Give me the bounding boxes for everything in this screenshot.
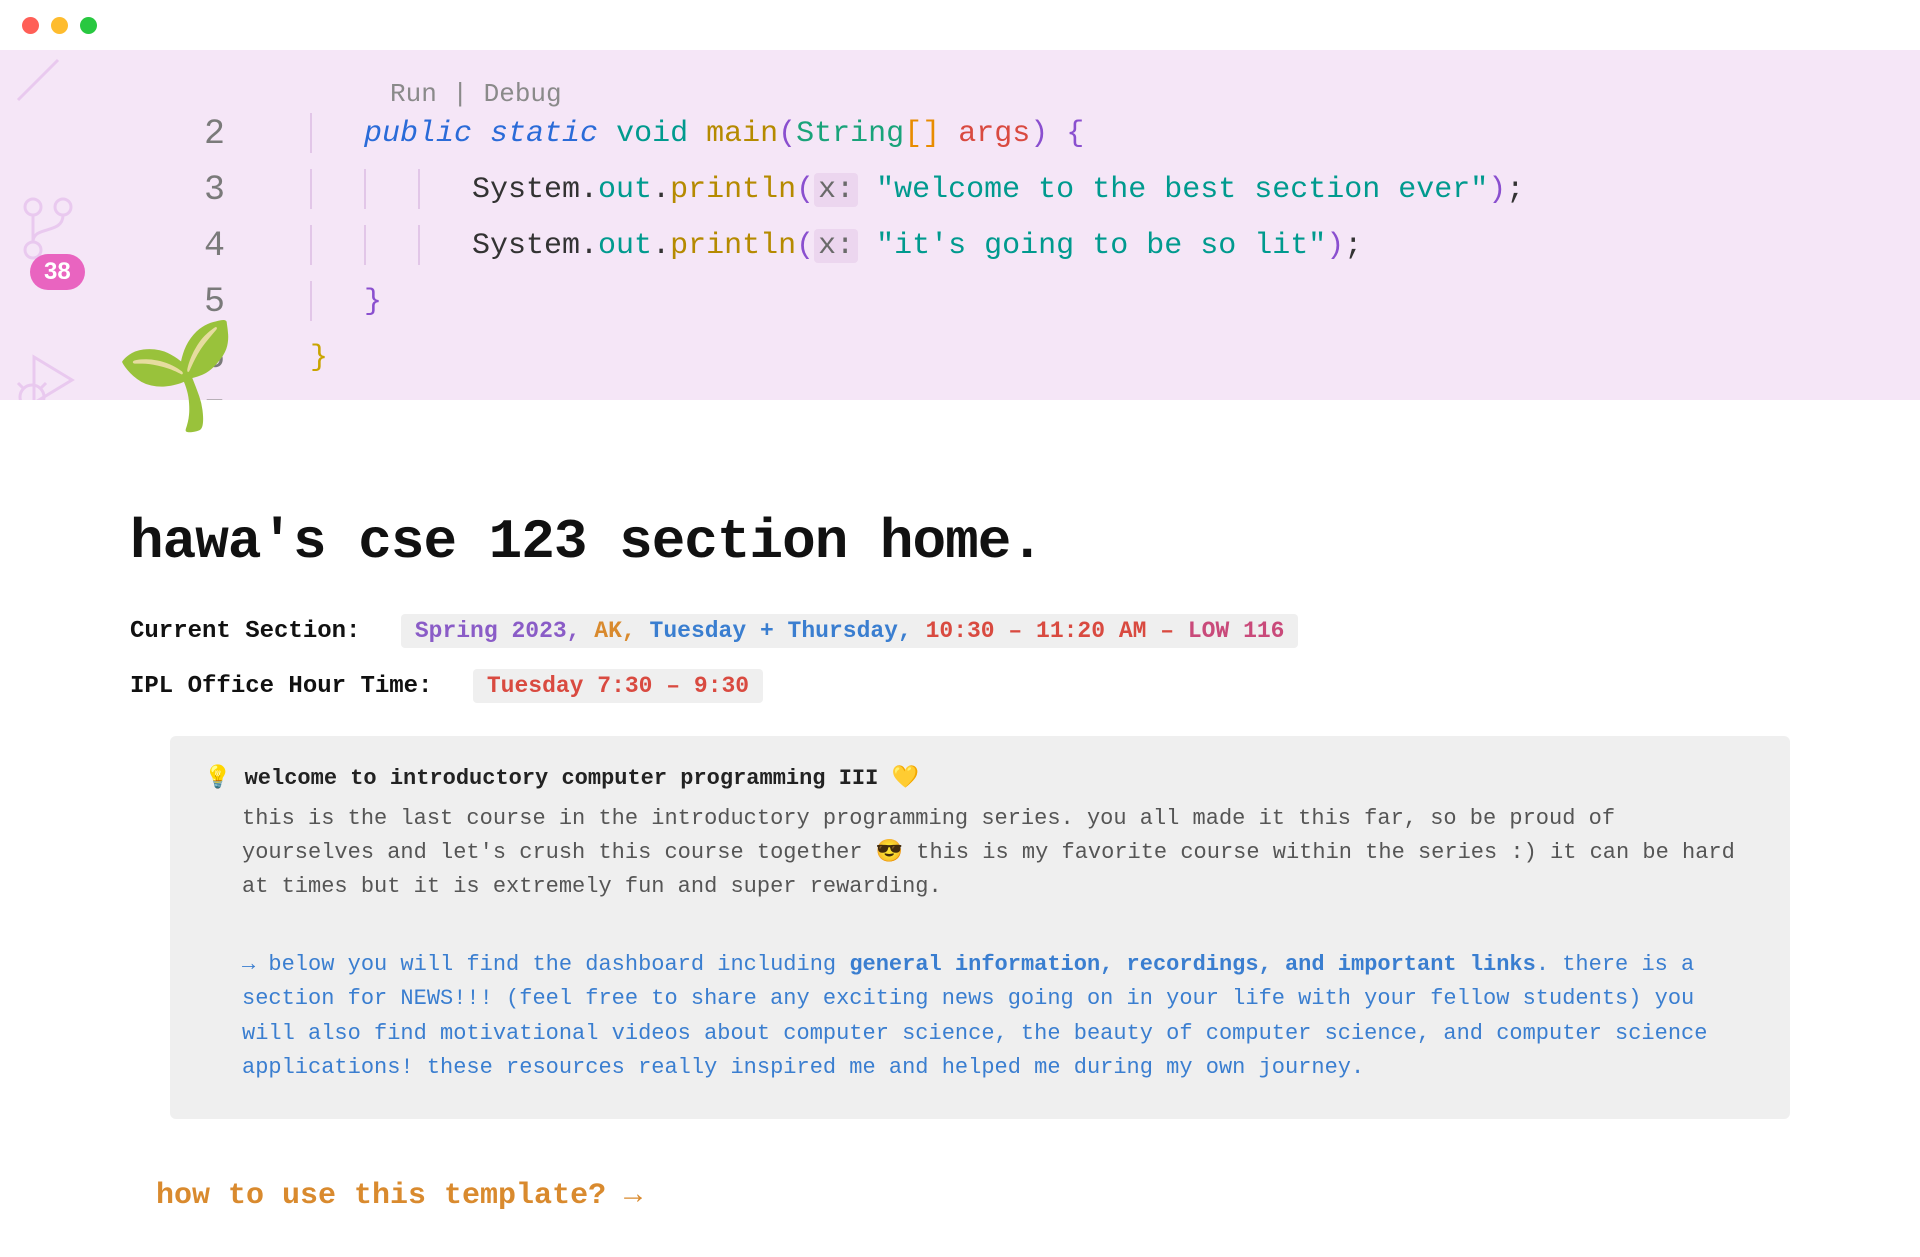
pencil-icon xyxy=(8,50,68,110)
current-section-row: Current Section: Spring 2023, AK, Tuesda… xyxy=(130,618,1790,645)
callout-heading: 💡 welcome to introductory computer progr… xyxy=(204,762,1756,796)
line-number: 4 xyxy=(175,218,225,274)
heart-icon: 💛 xyxy=(892,766,919,791)
ipl-chip: Tuesday 7:30 – 9:30 xyxy=(473,669,763,703)
ipl-row: IPL Office Hour Time: Tuesday 7:30 – 9:3… xyxy=(130,673,1790,700)
code-line: } xyxy=(310,330,1524,386)
run-debug-icon xyxy=(14,345,84,400)
codelens-sep: | xyxy=(437,79,484,109)
codelens-run[interactable]: Run xyxy=(390,79,437,109)
page-content: hawa's cse 123 section home. Current Sec… xyxy=(0,400,1920,1253)
scm-changes-badge: 38 xyxy=(30,254,85,290)
code-line: } xyxy=(310,274,1524,330)
line-number: 5 xyxy=(175,274,225,330)
code-line: System.out.println(x: "it's going to be … xyxy=(310,218,1524,274)
close-icon[interactable] xyxy=(22,17,39,34)
ipl-label: IPL Office Hour Time: xyxy=(130,673,432,700)
hero-code-banner: 38 2 3 4 5 6 7 Run | Debug public static… xyxy=(0,50,1920,400)
current-section-chip: Spring 2023, AK, Tuesday + Thursday, 10:… xyxy=(401,614,1299,648)
codelens-debug[interactable]: Debug xyxy=(484,79,562,109)
page-title: hawa's cse 123 section home. xyxy=(130,510,1790,574)
current-section-label: Current Section: xyxy=(130,618,360,645)
welcome-callout: 💡 welcome to introductory computer progr… xyxy=(170,736,1790,1119)
line-number: 2 xyxy=(175,106,225,162)
bulb-icon: 💡 xyxy=(204,766,231,791)
line-number: 3 xyxy=(175,162,225,218)
how-to-link[interactable]: how to use this template? → xyxy=(156,1179,1790,1213)
window-titlebar xyxy=(0,0,1920,50)
editor-activity-bar xyxy=(0,50,95,400)
callout-body-1: this is the last course in the introduct… xyxy=(204,802,1756,904)
code-line: System.out.println(x: "welcome to the be… xyxy=(310,162,1524,218)
callout-body-2: → below you will find the dashboard incl… xyxy=(204,948,1756,1084)
minimize-icon[interactable] xyxy=(51,17,68,34)
zoom-icon[interactable] xyxy=(80,17,97,34)
code-area: Run | Debug public static void main(Stri… xyxy=(310,50,1524,386)
